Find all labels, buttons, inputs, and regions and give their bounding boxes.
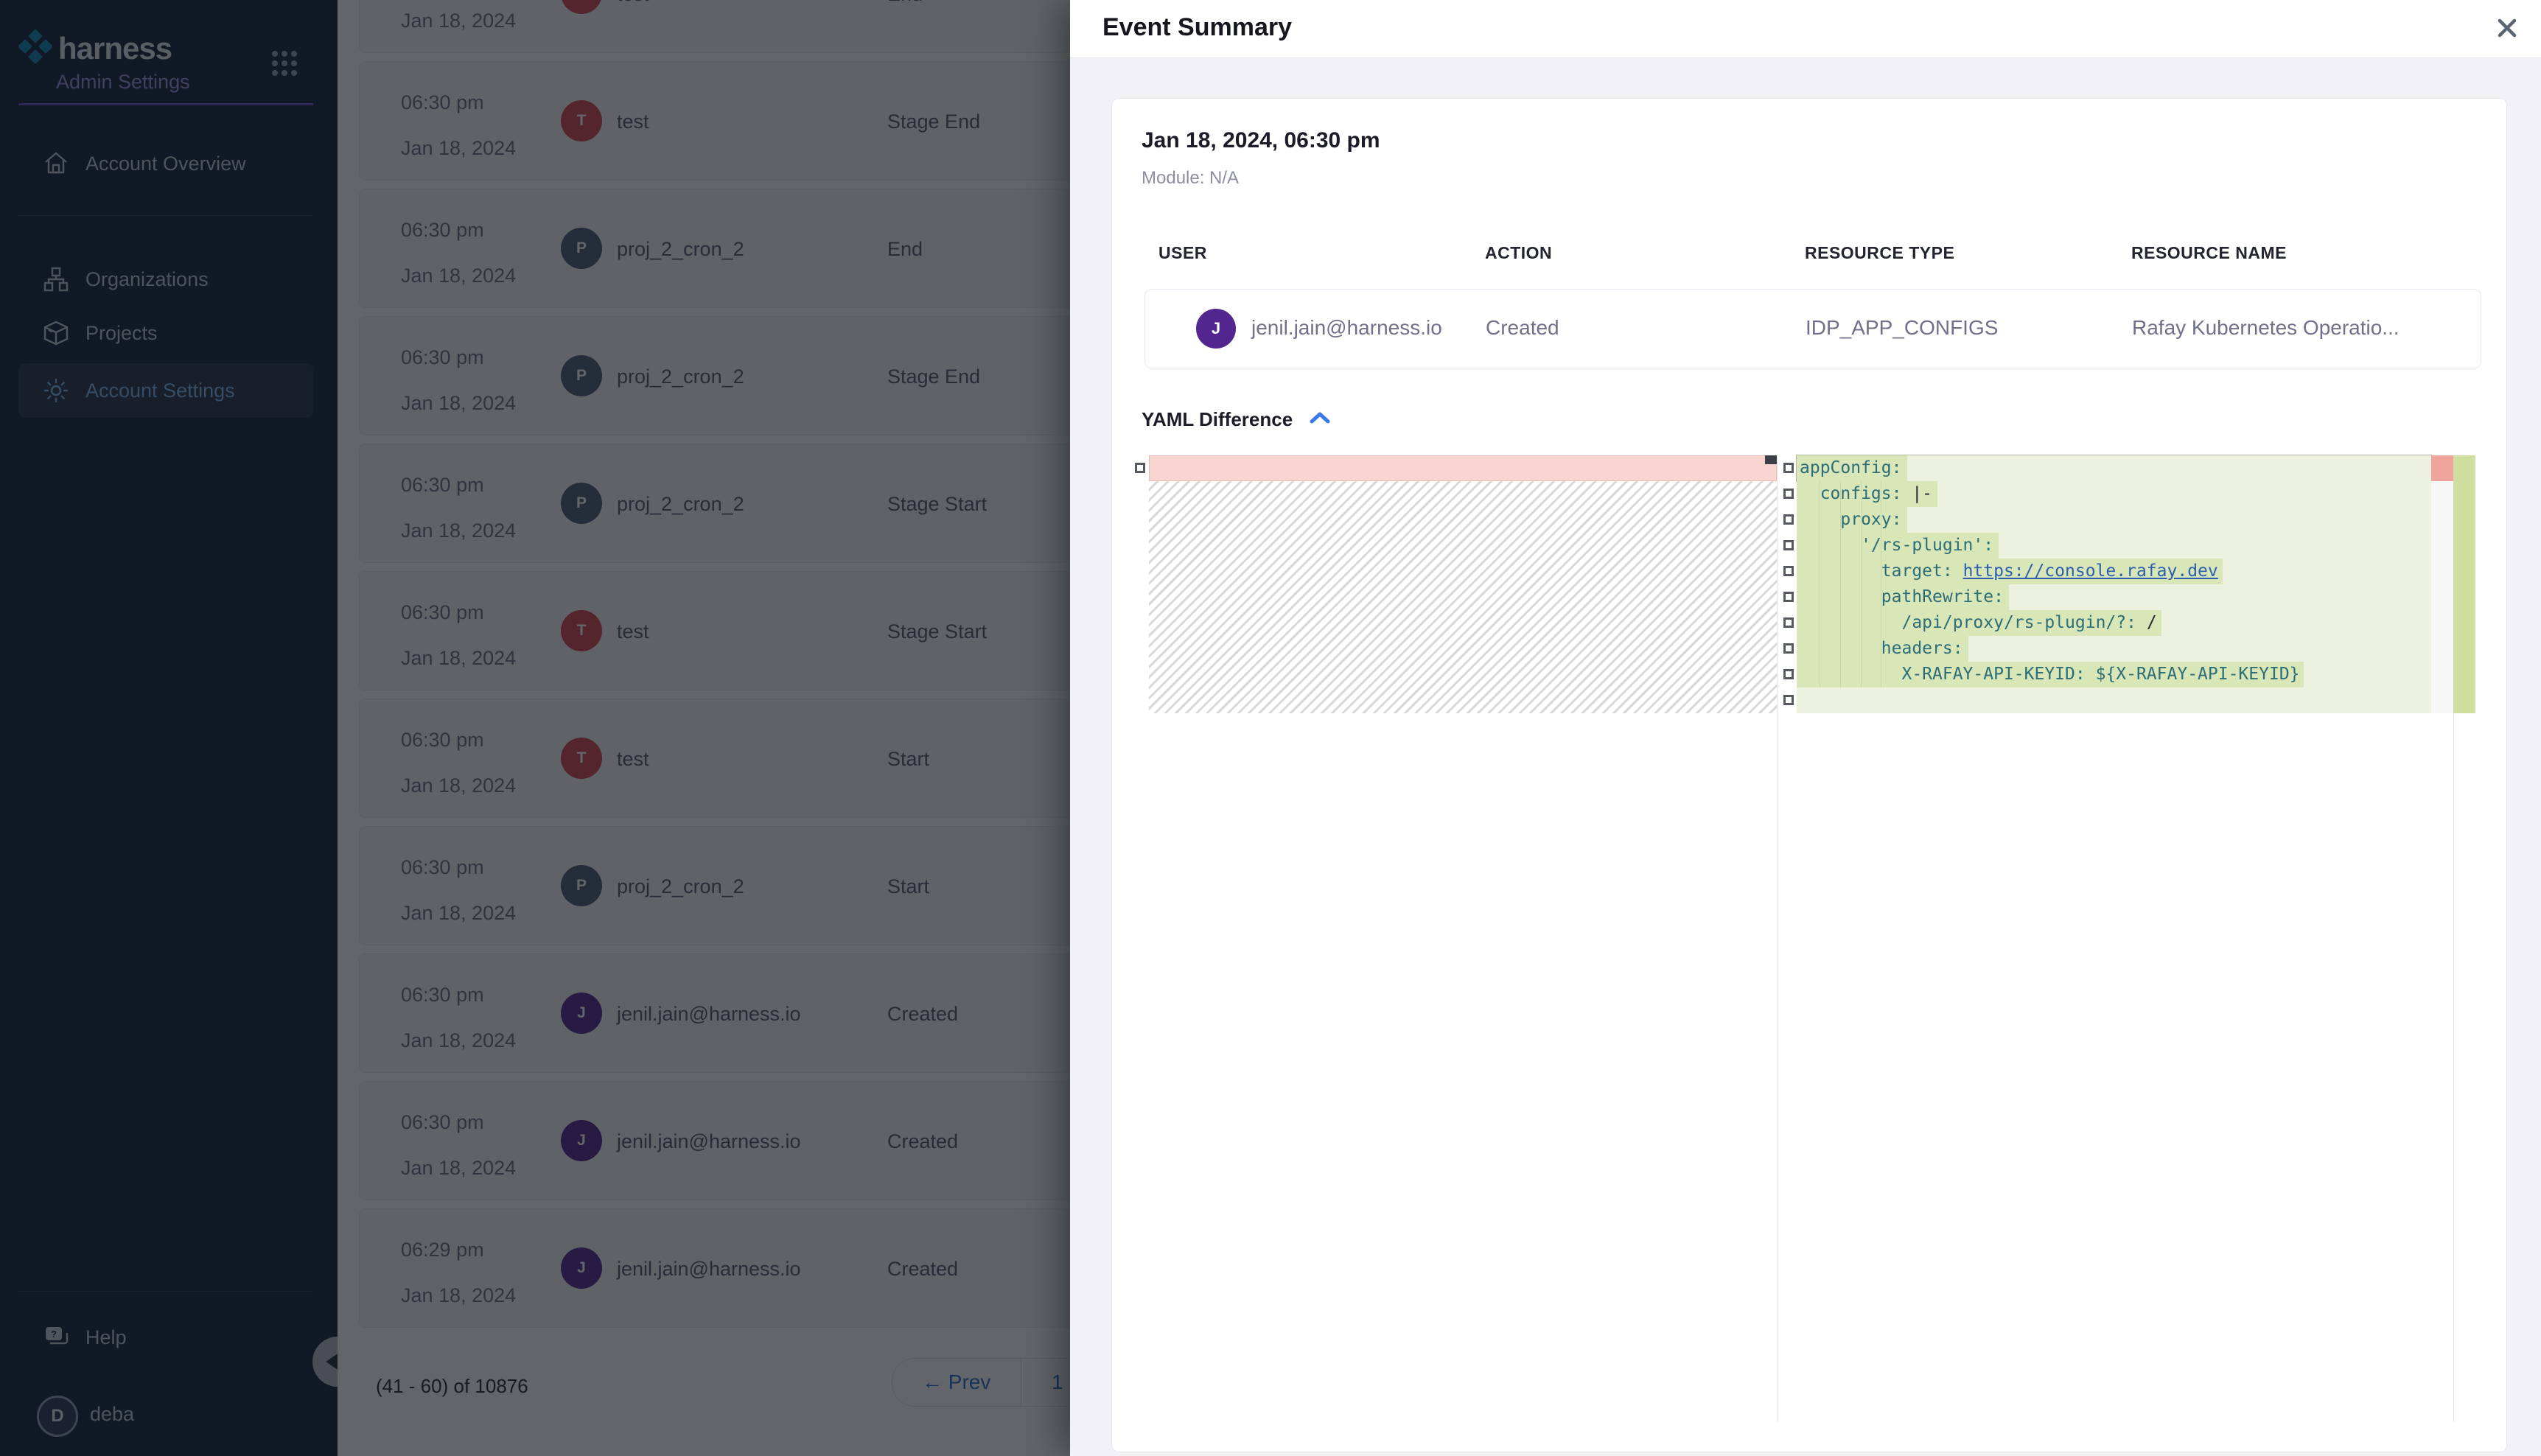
event-resource-type: IDP_APP_CONFIGS	[1806, 316, 1998, 340]
diff-line-text: proxy:	[1800, 510, 1901, 530]
event-user-avatar: J	[1196, 309, 1236, 349]
diff-widget-square[interactable]	[1783, 489, 1794, 499]
event-user: jenil.jain@harness.io	[1251, 316, 1442, 340]
diff-added-line: '/rs-plugin':	[1797, 533, 2431, 559]
event-summary-modal: Event Summary Jan 18, 2024, 06:30 pm Mod…	[1070, 0, 2541, 1456]
event-card: Jan 18, 2024, 06:30 pm Module: N/A USER …	[1111, 98, 2507, 1452]
yaml-text: |-	[1912, 484, 1932, 503]
diff-widget-square[interactable]	[1135, 463, 1145, 473]
diff-line-text: '/rs-plugin':	[1800, 536, 1993, 556]
event-datetime: Jan 18, 2024, 06:30 pm	[1142, 128, 1380, 153]
diff-widget-square[interactable]	[1783, 566, 1794, 576]
modal-body: Jan 18, 2024, 06:30 pm Module: N/A USER …	[1070, 58, 2541, 1456]
diff-line-text: target: https://console.rafay.dev	[1800, 561, 2218, 581]
diff-added-line: /api/proxy/rs-plugin/?: /	[1797, 610, 2431, 636]
yaml-text: X-RAFAY-API-KEYID: ${X-RAFAY-API-KEYID}	[1800, 665, 2300, 684]
removed-line-marker	[1765, 455, 1777, 464]
diff-added-line: pathRewrite:	[1797, 584, 2431, 610]
diff-added-line: headers:	[1797, 636, 2431, 662]
event-action: Created	[1486, 316, 1559, 340]
diff-widget-square[interactable]	[1783, 643, 1794, 654]
diff-widget-square[interactable]	[1783, 514, 1794, 525]
diff-widget-square[interactable]	[1783, 592, 1794, 602]
diff-added-line: proxy:	[1797, 507, 2431, 533]
event-table-row: J jenil.jain@harness.io Created IDP_APP_…	[1144, 289, 2481, 368]
diff-line-text: pathRewrite:	[1800, 587, 2004, 607]
yaml-diff-editor: appConfig: configs: |- proxy: '/rs-plugi…	[1112, 455, 2506, 1421]
diff-widget-square[interactable]	[1783, 540, 1794, 550]
diff-line-text: appConfig:	[1800, 458, 1901, 478]
diff-widget-square[interactable]	[1783, 669, 1794, 679]
overview-ruler-removed	[2431, 455, 2453, 481]
overview-ruler-track	[2431, 481, 2453, 713]
event-resource-name: Rafay Kubernetes Operatio...	[2132, 316, 2400, 340]
diff-widget-square[interactable]	[1783, 463, 1794, 473]
diff-added-line: configs: |-	[1797, 481, 2431, 507]
indent-guide	[1840, 481, 1841, 687]
column-header-resource-name: RESOURCE NAME	[2131, 243, 2287, 263]
diff-pane-divider	[1777, 455, 1778, 1421]
chevron-up-icon	[1309, 410, 1331, 430]
yaml-text: configs:	[1800, 484, 1912, 503]
column-header-resource-type: RESOURCE TYPE	[1805, 243, 1954, 263]
yaml-text: appConfig:	[1800, 458, 1901, 477]
yaml-text: '/rs-plugin':	[1800, 536, 1993, 555]
diff-line-text: /api/proxy/rs-plugin/?: /	[1800, 613, 2157, 633]
diff-added-line-current: appConfig:	[1797, 455, 2431, 481]
diff-widget-square[interactable]	[1783, 695, 1794, 705]
yaml-text: proxy:	[1800, 510, 1901, 529]
column-header-user: USER	[1158, 243, 1207, 263]
diff-added-line	[1797, 687, 2431, 713]
event-module: Module: N/A	[1142, 168, 1239, 189]
diff-line-text: X-RAFAY-API-KEYID: ${X-RAFAY-API-KEYID}	[1800, 665, 2300, 685]
close-icon[interactable]	[2492, 13, 2522, 43]
yaml-text: /	[2147, 613, 2157, 632]
yaml-text: pathRewrite:	[1800, 587, 2004, 606]
diff-widget-square[interactable]	[1783, 617, 1794, 628]
overview-ruler-added	[2453, 455, 2475, 713]
modal-header: Event Summary	[1070, 0, 2541, 58]
column-header-action: ACTION	[1485, 243, 1552, 263]
modal-title: Event Summary	[1102, 13, 1292, 42]
diff-added-line: X-RAFAY-API-KEYID: ${X-RAFAY-API-KEYID}	[1797, 662, 2431, 687]
yaml-difference-toggle[interactable]: YAML Difference	[1142, 408, 1331, 431]
empty-diff-region	[1149, 481, 1777, 713]
indent-guide	[1861, 481, 1862, 687]
yaml-link[interactable]: https://console.rafay.dev	[1963, 561, 2218, 581]
diff-added-line: target: https://console.rafay.dev	[1797, 559, 2431, 584]
yaml-text: /api/proxy/rs-plugin/?:	[1800, 613, 2147, 632]
removed-line	[1149, 455, 1777, 481]
yaml-difference-label: YAML Difference	[1142, 408, 1293, 431]
